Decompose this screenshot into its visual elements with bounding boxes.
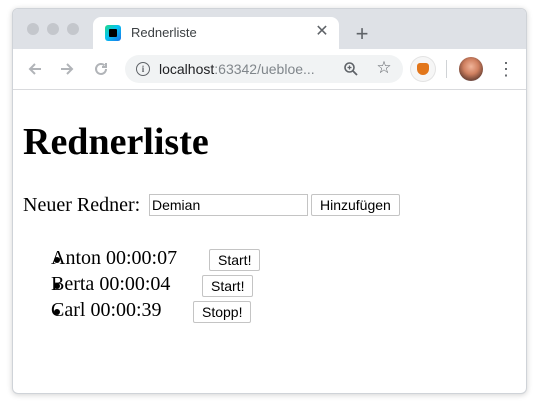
tab-strip: Rednerliste ✕ + [13, 9, 526, 49]
fox-glyph [417, 63, 429, 75]
info-icon[interactable]: i [136, 62, 150, 76]
url-rest: :63342/uebloe... [214, 61, 315, 77]
start-button[interactable]: Start! [202, 275, 254, 297]
speaker-name: Carl [51, 299, 86, 321]
tab-title: Rednerliste [131, 25, 197, 40]
speaker-time: 00:00:04 [99, 273, 171, 295]
webstorm-favicon-icon [105, 25, 121, 41]
speaker-time: 00:00:39 [90, 299, 162, 321]
stop-button[interactable]: Stopp! [193, 301, 252, 323]
url-text[interactable]: localhost:63342/uebloe... [159, 61, 315, 77]
zoom-icon[interactable] [343, 61, 359, 77]
window-close-dot[interactable] [27, 23, 39, 35]
toolbar-separator [446, 60, 447, 78]
back-arrow-icon[interactable] [25, 59, 45, 79]
address-bar[interactable]: i localhost:63342/uebloe... ☆ [125, 55, 403, 83]
browser-toolbar: i localhost:63342/uebloe... ☆ ⋮ [13, 49, 526, 90]
speaker-name-input[interactable] [149, 194, 308, 216]
page-content: Rednerliste Neuer Redner: Hinzufügen Ant… [13, 90, 526, 393]
window-minimize-dot[interactable] [47, 23, 59, 35]
active-tab[interactable]: Rednerliste ✕ [93, 17, 339, 49]
forward-arrow-icon[interactable] [57, 59, 77, 79]
new-tab-icon[interactable]: + [351, 23, 373, 45]
window-zoom-dot[interactable] [67, 23, 79, 35]
url-host: localhost [159, 61, 215, 77]
tab-close-icon[interactable]: ✕ [313, 23, 331, 41]
add-speaker-button[interactable]: Hinzufügen [311, 194, 400, 216]
fox-extension-icon[interactable] [411, 57, 435, 81]
speaker-name: Anton [51, 247, 101, 269]
bookmark-star-icon[interactable]: ☆ [374, 58, 394, 78]
speaker-row: Berta 00:00:04 [51, 273, 170, 296]
speaker-name: Berta [51, 273, 95, 295]
page-title: Rednerliste [23, 121, 209, 163]
start-button[interactable]: Start! [209, 249, 261, 271]
speaker-time: 00:00:07 [106, 247, 178, 269]
new-speaker-label: Neuer Redner: [23, 194, 141, 216]
speaker-row: Carl 00:00:39 [51, 299, 162, 322]
browser-window: Rednerliste ✕ + i localhost:63342/uebloe… [12, 8, 527, 394]
kebab-menu-icon[interactable]: ⋮ [497, 58, 515, 80]
speaker-row: Anton 00:00:07 [51, 247, 177, 270]
reload-icon[interactable] [91, 59, 111, 79]
profile-avatar[interactable] [459, 57, 483, 81]
